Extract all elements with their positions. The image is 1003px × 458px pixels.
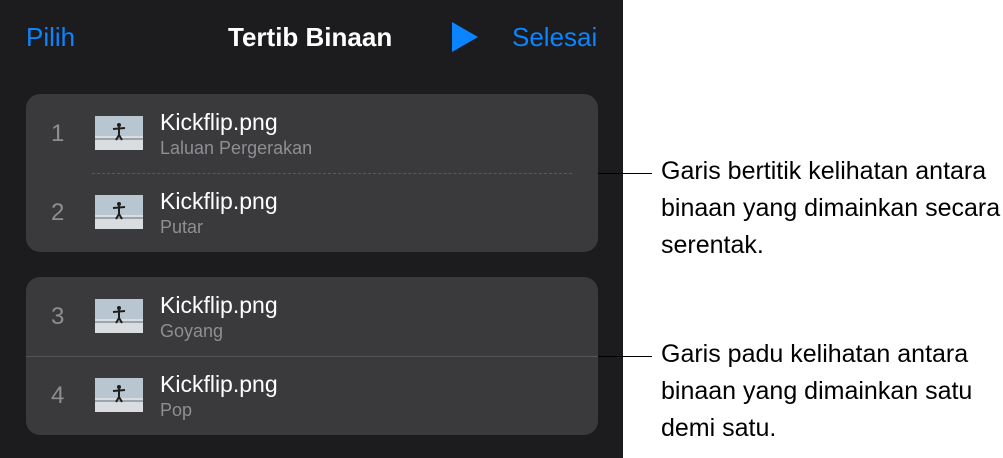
select-button[interactable]: Pilih [26,22,75,53]
build-row[interactable]: 3 Kickflip.png Goyang [26,277,598,357]
build-row[interactable]: 1 Kickflip.png Laluan Pergerakan [26,94,598,174]
callout-leader-line [598,356,652,357]
build-order-panel: Pilih Tertib Binaan Selesai 1 Kickflip.p… [0,0,623,458]
page-title: Tertib Binaan [228,22,393,52]
build-group: 1 Kickflip.png Laluan Pergerakan 2 Kickf… [26,94,598,252]
build-file-name: Kickflip.png [160,188,278,214]
build-effect: Goyang [160,321,224,341]
build-number: 2 [51,199,65,226]
build-effect: Putar [160,217,204,237]
callout-leader-line [598,173,652,174]
image-thumbnail [95,116,143,150]
build-number: 1 [51,120,65,147]
toolbar: Pilih Tertib Binaan Selesai [0,0,623,76]
play-icon[interactable] [450,20,480,54]
build-row[interactable]: 4 Kickflip.png Pop [26,356,598,435]
callout-solid-text: Garis padu kelihatan antara binaan yang … [661,340,973,442]
image-thumbnail [95,195,143,229]
image-thumbnail [95,299,143,333]
build-file-name: Kickflip.png [160,109,278,135]
callout-dotted-text: Garis bertitik kelihatan antara binaan y… [661,157,1001,259]
build-row[interactable]: 2 Kickflip.png Putar [26,173,598,252]
build-effect: Pop [160,400,193,420]
build-file-name: Kickflip.png [160,292,278,318]
image-thumbnail [95,378,143,412]
build-number: 3 [51,303,65,330]
build-group: 3 Kickflip.png Goyang 4 Kickflip.png Pop [26,277,598,435]
build-effect: Laluan Pergerakan [160,138,313,158]
build-file-name: Kickflip.png [160,371,278,397]
done-button[interactable]: Selesai [512,22,597,53]
build-number: 4 [51,382,65,409]
